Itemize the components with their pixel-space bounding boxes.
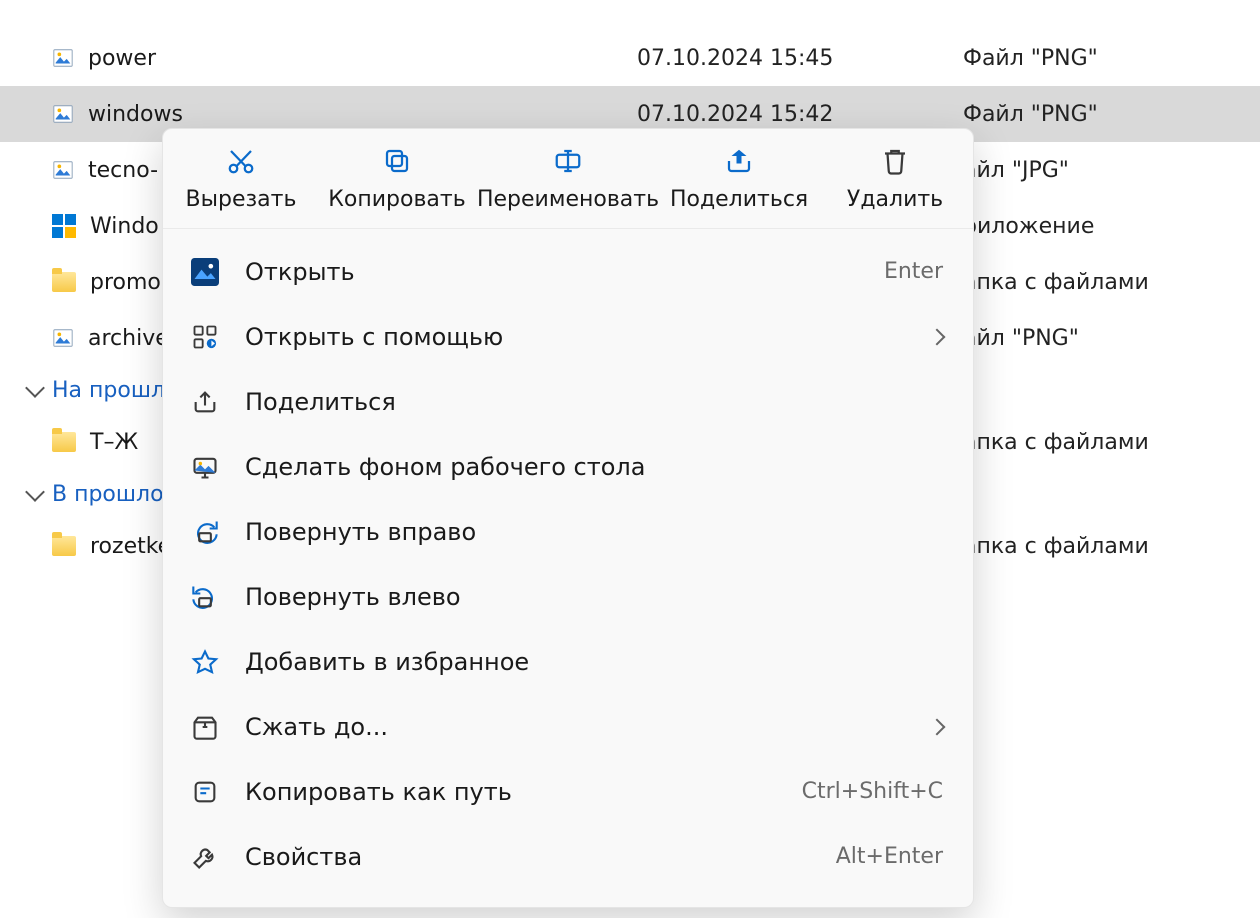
file-type: айл "JPG" (963, 158, 1069, 183)
cut-button[interactable]: Вырезать (163, 141, 319, 220)
star-icon (189, 646, 221, 678)
menu-label: Поделиться (245, 388, 943, 416)
file-type: Файл "PNG" (963, 102, 1098, 127)
context-menu: Вырезать Копировать Переименовать Подели… (162, 128, 974, 908)
menu-open[interactable]: Открыть Enter (163, 239, 973, 304)
image-file-icon (52, 159, 74, 181)
context-menu-list: Открыть Enter Открыть с помощью Поделить… (163, 229, 973, 907)
menu-accel: Ctrl+Shift+C (802, 779, 943, 804)
desktop-background-icon (189, 451, 221, 483)
windows-logo-icon (52, 214, 76, 238)
folder-icon (52, 272, 76, 292)
chevron-right-icon (929, 328, 946, 345)
menu-rotate-right[interactable]: Повернуть вправо (163, 499, 973, 564)
file-name: Т–Ж (90, 430, 138, 455)
share-button[interactable]: Поделиться (661, 141, 817, 220)
rotate-right-icon (189, 516, 221, 548)
file-name: windows (88, 102, 183, 127)
image-file-icon (52, 103, 74, 125)
menu-rotate-left[interactable]: Повернуть влево (163, 564, 973, 629)
file-type: Файл "PNG" (963, 46, 1098, 71)
group-label: В прошло (52, 482, 164, 507)
wrench-icon (189, 841, 221, 873)
trash-icon (879, 145, 911, 177)
menu-label: Открыть (245, 258, 860, 286)
menu-label: Добавить в избранное (245, 648, 943, 676)
file-date: 07.10.2024 15:45 (637, 46, 963, 71)
chevron-down-icon (25, 378, 45, 398)
menu-properties[interactable]: Свойства Alt+Enter (163, 824, 973, 889)
file-row[interactable]: power 07.10.2024 15:45 Файл "PNG" (0, 30, 1260, 86)
copy-label: Копировать (328, 187, 465, 212)
group-label: На прошл (52, 378, 165, 403)
zip-icon (189, 711, 221, 743)
cut-label: Вырезать (186, 187, 297, 212)
rename-label: Переименовать (477, 187, 659, 212)
chevron-right-icon (929, 718, 946, 735)
menu-open-with[interactable]: Открыть с помощью (163, 304, 973, 369)
photos-app-icon (189, 256, 221, 288)
menu-set-background[interactable]: Сделать фоном рабочего стола (163, 434, 973, 499)
rename-button[interactable]: Переименовать (475, 141, 661, 220)
menu-label: Сжать до... (245, 713, 907, 741)
rename-icon (552, 145, 584, 177)
scissors-icon (225, 145, 257, 177)
file-date: 07.10.2024 15:42 (637, 102, 963, 127)
delete-button[interactable]: Удалить (817, 141, 973, 220)
share-icon (189, 386, 221, 418)
file-type: апка с файлами (963, 270, 1149, 295)
context-menu-toolbar: Вырезать Копировать Переименовать Подели… (163, 129, 973, 229)
copy-icon (381, 145, 413, 177)
copy-path-icon (189, 776, 221, 808)
file-name: rozetke (90, 534, 171, 559)
delete-label: Удалить (847, 187, 943, 212)
file-type: апка с файлами (963, 430, 1149, 455)
menu-label: Копировать как путь (245, 778, 778, 806)
open-with-icon (189, 321, 221, 353)
image-file-icon (52, 47, 74, 69)
file-name: archive (88, 326, 169, 351)
copy-button[interactable]: Копировать (319, 141, 475, 220)
menu-add-favorite[interactable]: Добавить в избранное (163, 629, 973, 694)
rotate-left-icon (189, 581, 221, 613)
file-name: promo (90, 270, 161, 295)
menu-label: Сделать фоном рабочего стола (245, 453, 943, 481)
menu-label: Открыть с помощью (245, 323, 907, 351)
file-name: tecno- (88, 158, 158, 183)
menu-share[interactable]: Поделиться (163, 369, 973, 434)
menu-compress[interactable]: Сжать до... (163, 694, 973, 759)
image-file-icon (52, 327, 74, 349)
menu-label: Свойства (245, 843, 812, 871)
share-label: Поделиться (670, 187, 808, 212)
file-type: апка с файлами (963, 534, 1149, 559)
file-list: power 07.10.2024 15:45 Файл "PNG" window… (0, 0, 1260, 574)
menu-accel: Alt+Enter (836, 844, 943, 869)
file-name: power (88, 46, 156, 71)
folder-icon (52, 536, 76, 556)
file-name: Windo (90, 214, 159, 239)
menu-label: Повернуть вправо (245, 518, 943, 546)
chevron-down-icon (25, 482, 45, 502)
file-type: айл "PNG" (963, 326, 1079, 351)
menu-label: Повернуть влево (245, 583, 943, 611)
menu-copy-path[interactable]: Копировать как путь Ctrl+Shift+C (163, 759, 973, 824)
share-icon (723, 145, 755, 177)
menu-accel: Enter (884, 259, 943, 284)
file-type: риложение (963, 214, 1094, 239)
folder-icon (52, 432, 76, 452)
